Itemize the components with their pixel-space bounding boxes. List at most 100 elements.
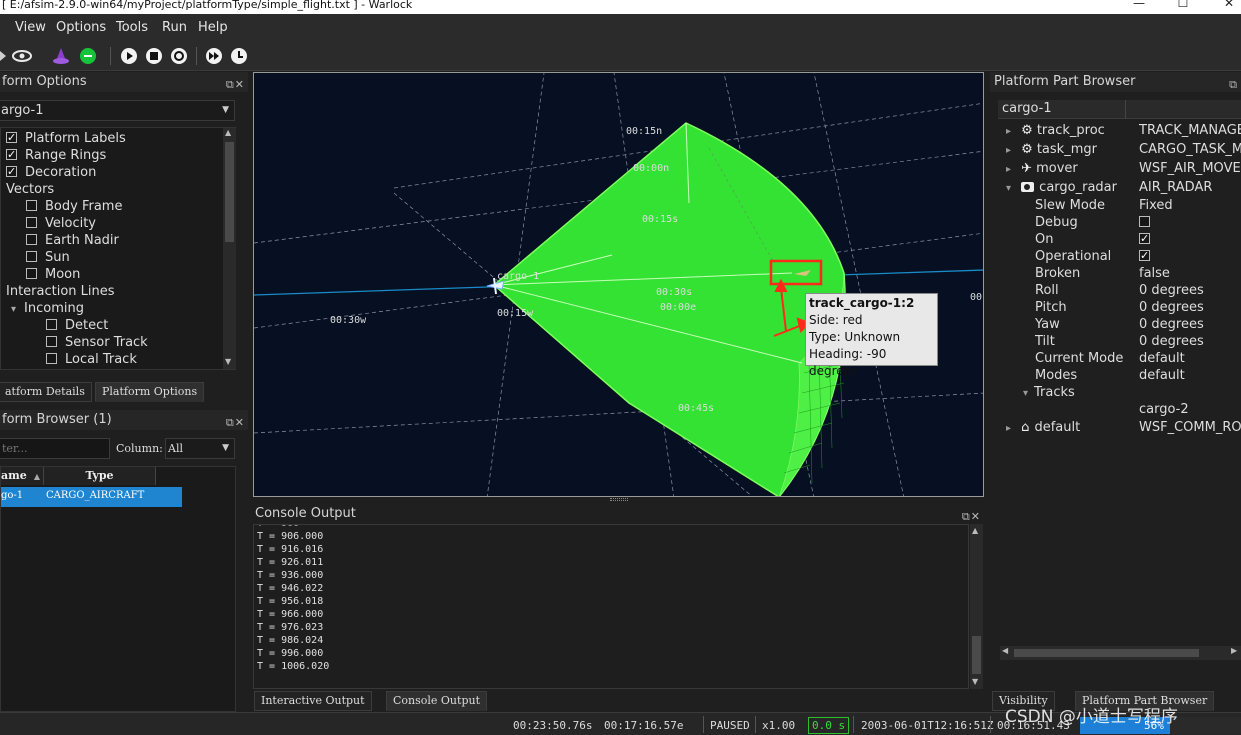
option-group-vectors[interactable]: Vectors bbox=[6, 181, 54, 198]
expand-arrow-icon[interactable]: ▸ bbox=[1006, 423, 1011, 434]
on-checkbox[interactable] bbox=[1139, 230, 1158, 248]
part-row-cargo-radar[interactable]: ▾ cargo_radar bbox=[1006, 179, 1117, 196]
expand-arrow-icon[interactable]: ▸ bbox=[1006, 126, 1011, 137]
status-bar: 00:23:50.76s 00:17:16.57e PAUSED x1.00 0… bbox=[0, 707, 1241, 735]
dock-float-close-icon[interactable]: ⧉✕ bbox=[226, 75, 245, 92]
gear-icon: ⚙ bbox=[1021, 123, 1033, 138]
option-detect[interactable]: Detect bbox=[46, 317, 108, 334]
part-row-task-mgr[interactable]: ▸ ⚙ task_mgr bbox=[1006, 141, 1097, 158]
option-range-rings[interactable]: Range Rings bbox=[6, 146, 106, 164]
options-tree: Platform Labels Range Rings Decoration V… bbox=[0, 127, 236, 370]
part-browser-hscroll[interactable]: ◀ ▶ bbox=[1000, 646, 1241, 660]
expand-arrow-icon[interactable]: ▸ bbox=[1006, 164, 1011, 175]
prop-tracks[interactable]: ▾ Tracks bbox=[1023, 384, 1075, 401]
cell-type: CARGO_AIRCRAFT bbox=[46, 490, 145, 501]
stop-icon[interactable] bbox=[146, 48, 162, 64]
column-header-type[interactable]: Type bbox=[44, 467, 156, 485]
prop-roll: Roll bbox=[1035, 283, 1059, 298]
part-value: WSF_COMM_ROUT bbox=[1139, 420, 1241, 435]
option-earth-nadir[interactable]: Earth Nadir bbox=[26, 232, 119, 249]
expand-arrow-icon[interactable]: ▸ bbox=[1006, 145, 1011, 156]
track-entry[interactable]: cargo-2 bbox=[1139, 401, 1189, 418]
part-value: CARGO_TASK_MAN bbox=[1139, 142, 1241, 157]
checkbox-icon[interactable] bbox=[26, 200, 37, 211]
option-decoration[interactable]: Decoration bbox=[6, 163, 96, 181]
menu-help[interactable]: Help bbox=[198, 20, 228, 35]
maximize-button[interactable]: ☐ bbox=[1173, 0, 1193, 11]
tooltip-title: track_cargo-1:2 bbox=[809, 296, 915, 310]
play-icon[interactable] bbox=[121, 48, 137, 64]
dock-float-icon[interactable]: ⧉ bbox=[1229, 75, 1238, 92]
debug-checkbox[interactable] bbox=[1139, 214, 1158, 231]
checkbox-icon[interactable] bbox=[46, 353, 57, 364]
filter-input[interactable] bbox=[0, 438, 110, 459]
prop-current-mode: Current Mode bbox=[1035, 351, 1124, 366]
checkbox-icon[interactable] bbox=[6, 146, 17, 163]
console-line: T = 1006.020 bbox=[257, 661, 330, 672]
checkbox-icon[interactable] bbox=[26, 234, 37, 245]
console-line: T = 996.000 bbox=[257, 648, 324, 659]
tab-platform-details[interactable]: atform Details bbox=[0, 382, 92, 402]
map-view[interactable]: cargo-1 00:15n 00:00n 00:15s 00:30s 00:0… bbox=[253, 72, 984, 497]
checkbox-icon[interactable] bbox=[6, 163, 17, 180]
options-scrollbar[interactable]: ▲ ▼ bbox=[223, 128, 236, 369]
time-label: 00:45s bbox=[678, 403, 714, 414]
option-moon[interactable]: Moon bbox=[26, 266, 80, 283]
expand-arrow-icon[interactable]: ▾ bbox=[1023, 388, 1028, 399]
platform-select[interactable]: argo-1 ▼ bbox=[0, 100, 235, 121]
console-title: Console Output bbox=[255, 506, 356, 521]
option-sun[interactable]: Sun bbox=[26, 249, 70, 266]
part-row-track-proc[interactable]: ▸ ⚙ track_proc bbox=[1006, 122, 1105, 139]
option-platform-labels[interactable]: Platform Labels bbox=[6, 129, 126, 147]
tab-console-output[interactable]: Console Output bbox=[386, 691, 487, 711]
column-header-name[interactable]: ame ▲ bbox=[1, 467, 44, 485]
option-sensor-track[interactable]: Sensor Track bbox=[46, 334, 148, 351]
minimize-button[interactable]: — bbox=[1129, 0, 1149, 11]
close-button[interactable]: ✕ bbox=[1219, 0, 1239, 11]
part-row-default[interactable]: ▸ ⌂ default bbox=[1006, 419, 1080, 436]
clock-icon[interactable] bbox=[231, 48, 247, 64]
wizard-hat-icon[interactable] bbox=[52, 47, 70, 65]
checkbox-icon[interactable] bbox=[26, 251, 37, 262]
map-canvas[interactable]: cargo-1 00:15n 00:00n 00:15s 00:30s 00:0… bbox=[254, 73, 984, 497]
expand-arrow-icon[interactable]: ▾ bbox=[1006, 183, 1011, 194]
cell-name: go-1 bbox=[1, 490, 24, 501]
menu-bar: View Options Tools Run Help bbox=[0, 14, 1241, 41]
operational-checkbox[interactable] bbox=[1139, 247, 1158, 265]
dock-float-close-icon[interactable]: ⧉✕ bbox=[962, 507, 981, 524]
checkbox-icon[interactable] bbox=[46, 319, 57, 330]
option-body-frame[interactable]: Body Frame bbox=[26, 198, 122, 215]
option-group-interaction-lines[interactable]: Interaction Lines bbox=[6, 283, 115, 300]
menu-options[interactable]: Options bbox=[56, 20, 106, 35]
tab-interactive-output[interactable]: Interactive Output bbox=[254, 691, 372, 711]
column-select[interactable]: All ▼ bbox=[165, 438, 235, 459]
option-velocity[interactable]: Velocity bbox=[26, 215, 96, 232]
option-local-track[interactable]: Local Track bbox=[46, 351, 137, 368]
checkbox-icon[interactable] bbox=[6, 129, 17, 146]
arrow-icon[interactable] bbox=[0, 49, 8, 63]
prop-slew-mode: Slew Mode bbox=[1035, 198, 1106, 213]
chevron-down-icon: ▼ bbox=[222, 105, 229, 115]
reset-icon[interactable] bbox=[171, 48, 187, 64]
splitter-handle[interactable] bbox=[610, 498, 628, 501]
menu-tools[interactable]: Tools bbox=[116, 20, 148, 35]
console-scrollbar[interactable]: ▲ ▼ bbox=[970, 524, 983, 689]
dock-float-close-icon[interactable]: ⧉✕ bbox=[226, 413, 245, 430]
console-text[interactable]: T = 900 T = 906.000 T = 916.016 T = 926.… bbox=[253, 524, 969, 689]
checkbox-icon[interactable] bbox=[26, 268, 37, 279]
menu-view[interactable]: View bbox=[15, 20, 46, 35]
table-row[interactable]: go-1 CARGO_AIRCRAFT bbox=[1, 487, 182, 507]
fast-forward-icon[interactable] bbox=[206, 48, 222, 64]
checkbox-icon[interactable] bbox=[26, 217, 37, 228]
go-icon[interactable] bbox=[80, 48, 96, 64]
time-label: 00:30s bbox=[656, 287, 692, 298]
menu-run[interactable]: Run bbox=[162, 20, 187, 35]
time-label: 00:00e bbox=[660, 302, 696, 313]
checkbox-icon[interactable] bbox=[46, 336, 57, 347]
part-row-mover[interactable]: ▸ ✈ mover bbox=[1006, 160, 1078, 177]
tab-platform-options[interactable]: Platform Options bbox=[95, 382, 205, 402]
prop-value: 0 degrees bbox=[1139, 283, 1204, 298]
prop-value: 0 degrees bbox=[1139, 300, 1204, 315]
eye-icon[interactable] bbox=[12, 50, 32, 62]
option-incoming[interactable]: ▾ Incoming bbox=[11, 300, 84, 317]
